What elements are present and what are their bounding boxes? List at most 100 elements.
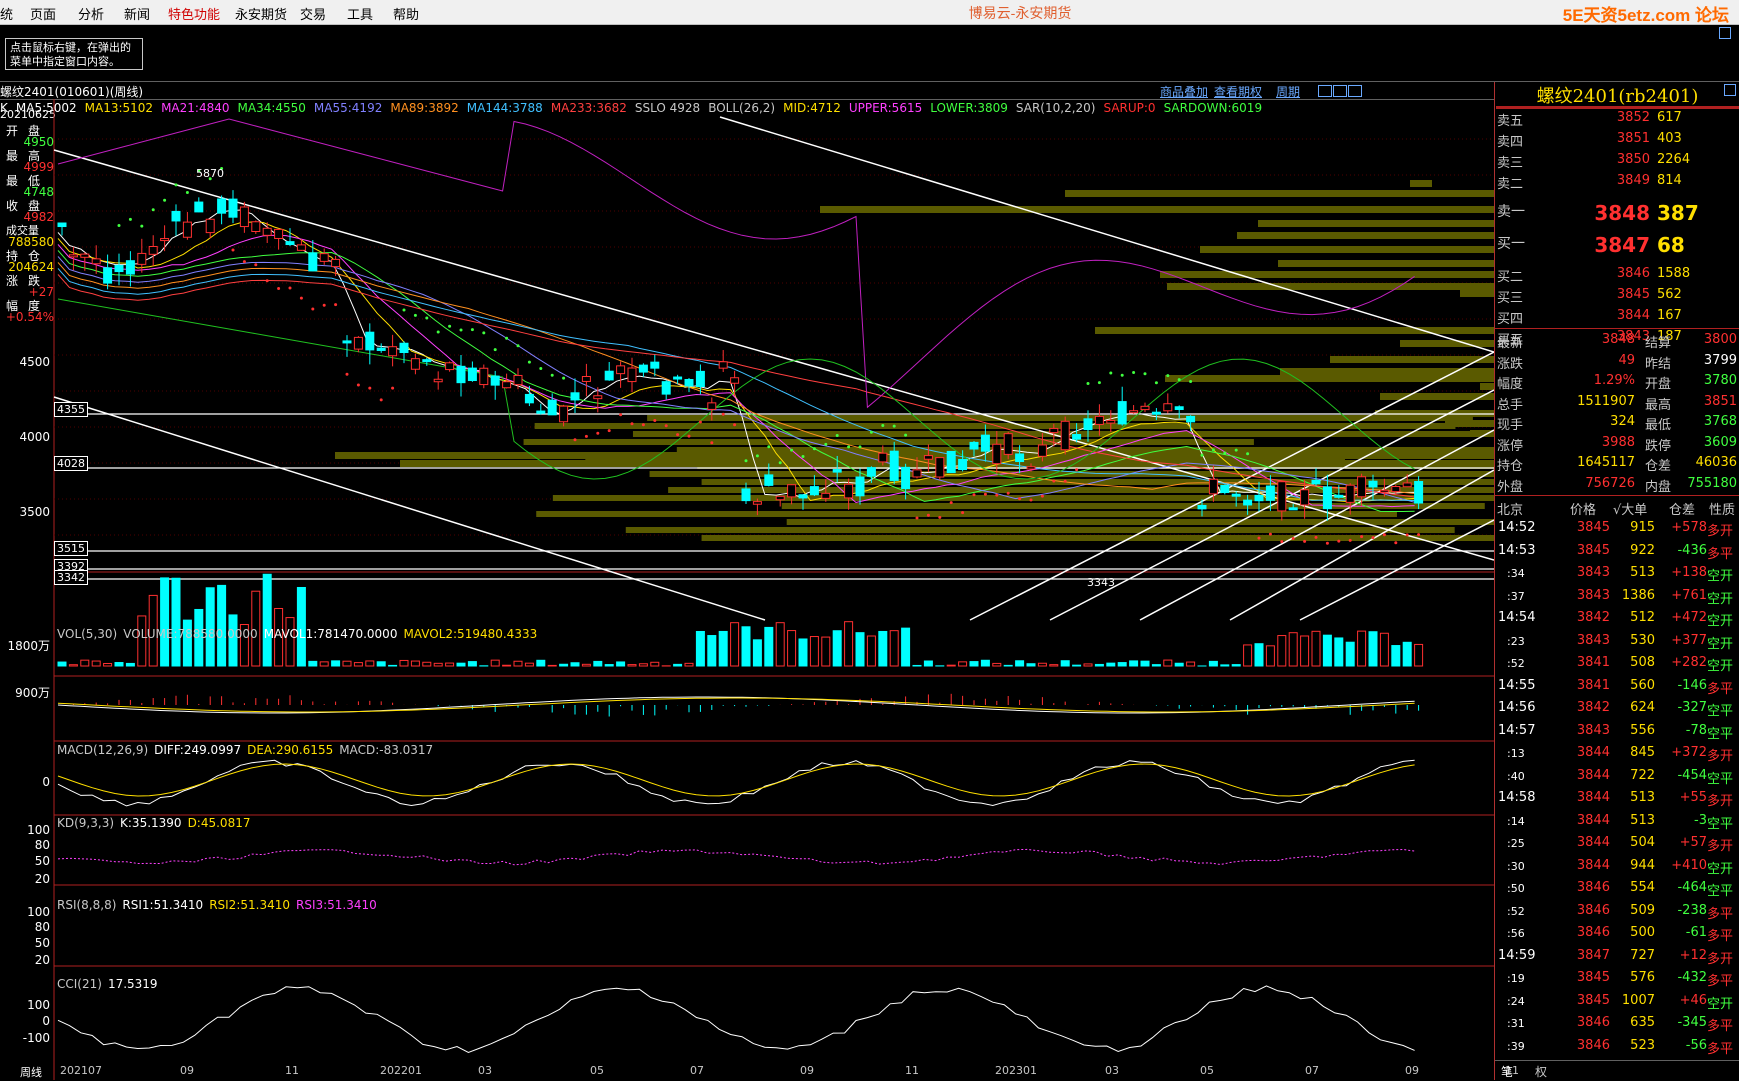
level-price: 3850 [1575,152,1650,167]
tick-row[interactable]: 14:523845915+578多开 [1495,520,1739,542]
tick-oi: -464 [1657,880,1707,895]
tick-row[interactable]: :143844513-3空平 [1495,813,1739,835]
volume-bar [1323,635,1331,666]
layout-icon-2[interactable] [1333,85,1347,97]
sar-dot [334,303,337,306]
volume-bar [343,661,351,666]
app-title: 博易云-永安期货 [900,3,1140,23]
bid-row-2[interactable]: 买三3845562 [1495,287,1739,307]
tick-volume: 1386 [1615,588,1655,603]
volume-bar [1187,662,1195,666]
volume-bar [845,622,853,666]
tick-row[interactable]: :503846554-464空平 [1495,880,1739,902]
volume-bar [1073,665,1081,666]
layout-icon-1[interactable] [1318,85,1332,97]
candle-body [1335,495,1343,497]
layout-icon-3[interactable] [1348,85,1362,97]
tick-row[interactable]: 14:533845922-436多平 [1495,543,1739,565]
candle-body [867,468,875,477]
tick-row[interactable]: :313846635-345多平 [1495,1015,1739,1037]
quote-title: 螺纹2401(rb2401) [1496,82,1739,109]
menu-item-8[interactable]: 帮助 [393,4,419,23]
sar-dot [824,443,827,446]
tick-time: 14:55 [1498,678,1535,693]
tick-row[interactable]: :303844944+410空开 [1495,858,1739,880]
tab-rights[interactable]: 权 [1535,1063,1547,1080]
menu-item-3[interactable]: 新闻 [124,4,150,23]
tick-volume: 512 [1615,610,1655,625]
sar-dot [1406,533,1409,536]
level-label: 卖四 [1497,131,1523,150]
tick-row[interactable]: :233843530+377空开 [1495,633,1739,655]
period-link[interactable]: 周期 [1276,83,1300,100]
overlay-link[interactable]: 商品叠加 [1160,83,1208,100]
bid-row-0[interactable]: 买一384768 [1495,233,1739,261]
macd-y-0: 0 [0,775,50,789]
tick-row[interactable]: :133844845+372多开 [1495,745,1739,767]
stat-label: 最新 [1497,332,1523,351]
candle-body [548,400,556,415]
candle-body [252,222,260,232]
tick-oi: -454 [1657,768,1707,783]
menu-item-1[interactable]: 页面 [30,4,56,23]
menu-item-2[interactable]: 分析 [78,4,104,23]
menu-item-4[interactable]: 特色功能 [168,4,220,23]
maximize-icon[interactable] [1719,27,1731,39]
candle-body [104,268,112,283]
tick-row[interactable]: :193845576-432多平 [1495,970,1739,992]
tick-row[interactable]: :343843513+138空开 [1495,565,1739,587]
volume-bar [947,665,955,666]
menu-item-7[interactable]: 工具 [347,4,373,23]
menu-item-5[interactable]: 永安期货 [235,4,287,23]
tick-row[interactable]: :563846500-61多平 [1495,925,1739,947]
tick-row[interactable]: 14:543842512+472空开 [1495,610,1739,632]
tick-row[interactable]: 14:583844513+55多开 [1495,790,1739,812]
candle-body [446,363,454,370]
tick-row[interactable]: 14:553841560-146多平 [1495,678,1739,700]
sar-dot [1326,542,1329,545]
sar-dot [1166,374,1169,377]
tab-ticks[interactable]: 笔 [1501,1063,1513,1080]
menu-item-6[interactable]: 交易 [300,4,326,23]
options-link[interactable]: 查看期权 [1214,83,1262,100]
stat-value-2: 46036 [1675,455,1737,470]
ask-row-0[interactable]: 卖五3852617 [1495,110,1739,130]
tick-row[interactable]: :403844722-454空平 [1495,768,1739,790]
menu-item-0[interactable]: 统 [0,4,13,23]
volume-bar [856,633,864,666]
tick-time: 14:53 [1498,543,1535,558]
rsi-y-50: 50 [0,936,50,950]
sar-dot [1007,492,1010,495]
sar-dot [710,441,713,444]
tick-row[interactable]: 14:563842624-327空平 [1495,700,1739,722]
tick-row[interactable]: :393846523-56多平 [1495,1038,1739,1060]
candle-body [845,484,853,498]
tick-volume: 576 [1615,970,1655,985]
tick-row[interactable]: 14:593847727+12多开 [1495,948,1739,970]
volume-bar [617,662,625,666]
bid-row-1[interactable]: 买二38461588 [1495,266,1739,286]
ask-row-4[interactable]: 卖一3848387 [1495,201,1739,229]
rsi-title-0: RSI(8,8,8) [57,898,116,912]
vol-title-0: VOL(5,30) [57,627,117,641]
tick-volume: 915 [1615,520,1655,535]
ask-row-2[interactable]: 卖三38502264 [1495,152,1739,172]
tick-row[interactable]: :523841508+282空开 [1495,655,1739,677]
tick-row[interactable]: :3738431386+761空开 [1495,588,1739,610]
tick-row[interactable]: :253844504+57多开 [1495,835,1739,857]
tick-row[interactable]: :523846509-238多平 [1495,903,1739,925]
tick-row[interactable]: 14:573843556-78空平 [1495,723,1739,745]
volume-bar [788,631,796,666]
ask-row-1[interactable]: 卖四3851403 [1495,131,1739,151]
tick-row[interactable]: :2438451007+46空开 [1495,993,1739,1015]
panel-maximize-icon[interactable] [1724,84,1736,96]
bid-row-3[interactable]: 买四3844167 [1495,308,1739,328]
tick-price: 3841 [1555,678,1610,693]
chart-area[interactable] [0,99,1494,1080]
stat-label-2: 最高 [1645,394,1671,413]
volume-bar [172,578,180,666]
sar-dot [562,377,565,380]
ask-row-3[interactable]: 卖二3849814 [1495,173,1739,193]
tick-volume: 513 [1615,565,1655,580]
tick-type: 多开 [1707,745,1733,764]
